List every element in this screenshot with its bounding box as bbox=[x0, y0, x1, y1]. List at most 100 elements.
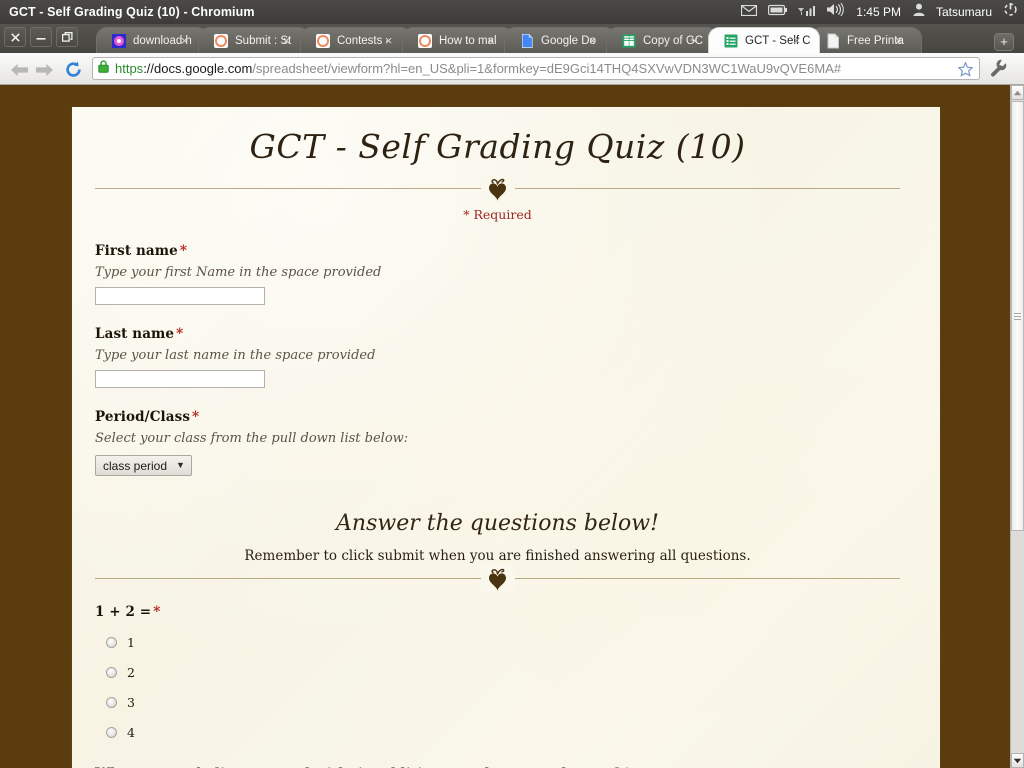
browser-toolbar: https://docs.google.com/spreadsheet/view… bbox=[0, 53, 1024, 85]
tray-username[interactable]: Tatsumaru bbox=[936, 5, 992, 19]
browser-tab-0[interactable]: download h × bbox=[96, 27, 208, 53]
question-text: 1 + 2 =* bbox=[95, 604, 900, 620]
system-tray: 1:45 PM Tatsumaru bbox=[741, 0, 1018, 24]
required-asterisk: * bbox=[192, 409, 199, 425]
last-name-input[interactable] bbox=[95, 370, 265, 388]
required-asterisk: * bbox=[153, 604, 160, 620]
user-avatar-icon[interactable] bbox=[913, 3, 925, 21]
google-sheets-favicon bbox=[621, 33, 637, 49]
maximize-window-button[interactable] bbox=[56, 27, 78, 47]
class-period-select[interactable]: class period ▼ bbox=[95, 455, 192, 476]
radio-option[interactable]: 2 bbox=[106, 665, 900, 680]
close-icon[interactable]: × bbox=[688, 34, 701, 47]
form-title: GCT - Self Grading Quiz (10) bbox=[95, 127, 900, 166]
page-viewport: GCT - Self Grading Quiz (10) * Required … bbox=[0, 85, 1010, 768]
tab-label: Contests - bbox=[337, 35, 411, 47]
field-last-name: Last name* Type your last name in the sp… bbox=[95, 326, 900, 388]
section-title: Answer the questions below! bbox=[95, 511, 900, 536]
radio-option[interactable]: 3 bbox=[106, 695, 900, 710]
scrollbar-thumb[interactable] bbox=[1011, 101, 1024, 531]
back-arrow-icon[interactable] bbox=[8, 59, 30, 80]
scroll-up-arrow-icon[interactable] bbox=[1011, 85, 1024, 100]
address-bar[interactable]: https://docs.google.com/spreadsheet/view… bbox=[92, 57, 980, 80]
required-asterisk: * bbox=[176, 326, 183, 342]
tab-label: Google Do bbox=[541, 35, 615, 47]
window-controls bbox=[4, 27, 78, 47]
battery-icon[interactable] bbox=[768, 3, 787, 21]
minimize-window-button[interactable] bbox=[30, 27, 52, 47]
radio-button-icon[interactable] bbox=[106, 637, 117, 648]
browser-tab-4[interactable]: Google Do × bbox=[504, 27, 616, 53]
url-text: https://docs.google.com/spreadsheet/view… bbox=[115, 61, 841, 76]
scroll-down-arrow-icon[interactable] bbox=[1011, 753, 1024, 768]
url-host: ://docs.google.com bbox=[143, 61, 252, 76]
page-scrollbar[interactable] bbox=[1010, 85, 1024, 768]
header-divider bbox=[95, 188, 900, 189]
window-title: GCT - Self Grading Quiz (10) - Chromium bbox=[9, 5, 255, 19]
field-label-text: Period/Class bbox=[95, 409, 190, 425]
form-content: GCT - Self Grading Quiz (10) * Required … bbox=[95, 107, 900, 768]
radio-label: 1 bbox=[127, 635, 135, 650]
close-icon[interactable]: × bbox=[280, 34, 293, 47]
volume-icon[interactable] bbox=[826, 3, 844, 21]
url-scheme: https bbox=[115, 61, 143, 76]
radio-button-icon[interactable] bbox=[106, 727, 117, 738]
tab-label: Submit : St bbox=[235, 35, 309, 47]
close-icon[interactable]: × bbox=[382, 34, 395, 47]
generic-orange-favicon bbox=[417, 33, 433, 49]
field-label-text: Last name bbox=[95, 326, 174, 342]
field-label: Period/Class* bbox=[95, 409, 900, 425]
section-divider bbox=[95, 578, 900, 579]
first-name-input[interactable] bbox=[95, 287, 265, 305]
page-favicon bbox=[825, 33, 841, 49]
tray-clock[interactable]: 1:45 PM bbox=[856, 5, 901, 19]
browser-tab-5[interactable]: Copy of GC × bbox=[606, 27, 718, 53]
radio-option[interactable]: 1 bbox=[106, 635, 900, 650]
close-icon[interactable]: × bbox=[892, 34, 905, 47]
question-1: 1 + 2 =* 1 2 3 4 bbox=[95, 604, 900, 740]
forward-arrow-icon[interactable] bbox=[33, 59, 55, 80]
new-tab-button[interactable]: + bbox=[994, 33, 1014, 51]
heart-ornament-icon bbox=[481, 565, 515, 593]
select-value: class period bbox=[103, 459, 167, 473]
field-help-text: Select your class from the pull down lis… bbox=[95, 431, 900, 446]
tab-label: GCT - Self C bbox=[745, 35, 819, 47]
close-window-button[interactable] bbox=[4, 27, 26, 47]
close-icon[interactable]: × bbox=[586, 34, 599, 47]
window-titlebar: GCT - Self Grading Quiz (10) - Chromium … bbox=[0, 0, 1024, 24]
chevron-down-icon: ▼ bbox=[176, 461, 185, 470]
form-paper: GCT - Self Grading Quiz (10) * Required … bbox=[72, 107, 940, 768]
field-help-text: Type your last name in the space provide… bbox=[95, 348, 900, 363]
power-icon[interactable] bbox=[1003, 2, 1018, 22]
close-icon[interactable]: × bbox=[790, 34, 803, 47]
section-header: Answer the questions below! Remember to … bbox=[95, 511, 900, 564]
radio-option[interactable]: 4 bbox=[106, 725, 900, 740]
reload-icon[interactable] bbox=[62, 59, 84, 80]
radio-label: 4 bbox=[127, 725, 135, 740]
field-period-class: Period/Class* Select your class from the… bbox=[95, 409, 900, 476]
download-favicon bbox=[111, 33, 127, 49]
browser-tab-2[interactable]: Contests - × bbox=[300, 27, 412, 53]
mail-icon[interactable] bbox=[741, 3, 757, 21]
field-label-text: First name bbox=[95, 243, 178, 259]
bookmark-star-icon[interactable] bbox=[958, 62, 973, 80]
browser-tabs: download h × Submit : St × Contests - × … bbox=[96, 27, 912, 53]
scrollbar-grip bbox=[1014, 312, 1021, 321]
tab-label: Free Printa bbox=[847, 35, 921, 47]
required-asterisk: * bbox=[180, 243, 187, 259]
close-icon[interactable]: × bbox=[178, 34, 191, 47]
field-help-text: Type your first Name in the space provid… bbox=[95, 265, 900, 280]
radio-button-icon[interactable] bbox=[106, 667, 117, 678]
close-icon[interactable]: × bbox=[484, 34, 497, 47]
radio-button-icon[interactable] bbox=[106, 697, 117, 708]
heart-ornament-icon bbox=[481, 175, 515, 203]
signal-icon[interactable] bbox=[798, 3, 815, 21]
browser-tab-3[interactable]: How to mal × bbox=[402, 27, 514, 53]
browser-tab-6-active[interactable]: GCT - Self C × bbox=[708, 27, 820, 53]
tab-label: download h bbox=[133, 35, 207, 47]
field-label: Last name* bbox=[95, 326, 900, 342]
wrench-menu-icon[interactable] bbox=[990, 59, 1007, 83]
field-label: First name* bbox=[95, 243, 900, 259]
browser-tab-7[interactable]: Free Printa × bbox=[810, 27, 922, 53]
browser-tab-1[interactable]: Submit : St × bbox=[198, 27, 310, 53]
